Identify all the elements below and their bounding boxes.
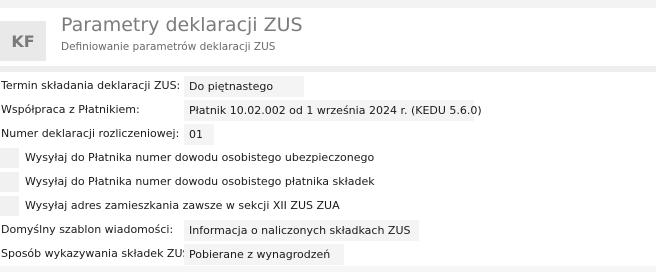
szablon-select[interactable]: Informacja o naliczonych składkach ZUS bbox=[184, 220, 419, 241]
top-strip bbox=[0, 0, 656, 8]
module-logo: KF bbox=[0, 21, 46, 61]
sposob-label: Sposób wykazywania składek ZUS: bbox=[1, 247, 194, 260]
row-sposob: Sposób wykazywania składek ZUS: Pobieran… bbox=[0, 243, 656, 267]
termin-label: Termin składania deklaracji ZUS: bbox=[1, 79, 181, 92]
numer-input[interactable]: 01 bbox=[184, 124, 214, 145]
sposob-select[interactable]: Pobierane z wynagrodzeń bbox=[184, 244, 344, 265]
numer-label: Numer deklaracji rozliczeniowej: bbox=[1, 127, 180, 140]
bottom-strip bbox=[0, 266, 656, 272]
checkbox-label: Wysyłaj adres zamieszkania zawsze w sekc… bbox=[25, 199, 340, 212]
checkbox-label: Wysyłaj do Płatnika numer dowodu osobist… bbox=[25, 175, 375, 188]
page-title: Parametry deklaracji ZUS bbox=[61, 14, 303, 36]
row-numer: Numer deklaracji rozliczeniowej: 01 bbox=[0, 123, 656, 147]
checkbox-label: Wysyłaj do Płatnika numer dowodu osobist… bbox=[25, 151, 375, 164]
checkbox-adres-zamieszkania[interactable] bbox=[0, 196, 19, 216]
checkbox-row-dowod-ubezpieczonego[interactable]: Wysyłaj do Płatnika numer dowodu osobist… bbox=[0, 147, 656, 171]
row-termin: Termin składania deklaracji ZUS: Do pięt… bbox=[0, 75, 656, 99]
checkbox-dowod-ubezpieczonego[interactable] bbox=[0, 148, 19, 168]
checkbox-row-dowod-platnika[interactable]: Wysyłaj do Płatnika numer dowodu osobist… bbox=[0, 171, 656, 195]
header-separator bbox=[0, 66, 656, 72]
szablon-label: Domyślny szablon wiadomości: bbox=[1, 223, 174, 236]
page-header: KF Parametry deklaracji ZUS Definiowanie… bbox=[0, 8, 656, 66]
wspolpraca-select[interactable]: Płatnik 10.02.002 od 1 września 2024 r. … bbox=[184, 100, 482, 121]
page-subtitle: Definiowanie parametrów deklaracji ZUS bbox=[61, 41, 276, 53]
termin-select[interactable]: Do piętnastego bbox=[184, 76, 304, 97]
checkbox-dowod-platnika[interactable] bbox=[0, 172, 19, 192]
checkbox-row-adres-zamieszkania[interactable]: Wysyłaj adres zamieszkania zawsze w sekc… bbox=[0, 195, 656, 219]
row-szablon: Domyślny szablon wiadomości: Informacja … bbox=[0, 219, 656, 243]
row-wspolpraca: Współpraca z Płatnikiem: Płatnik 10.02.0… bbox=[0, 99, 656, 123]
wspolpraca-label: Współpraca z Płatnikiem: bbox=[1, 103, 140, 116]
